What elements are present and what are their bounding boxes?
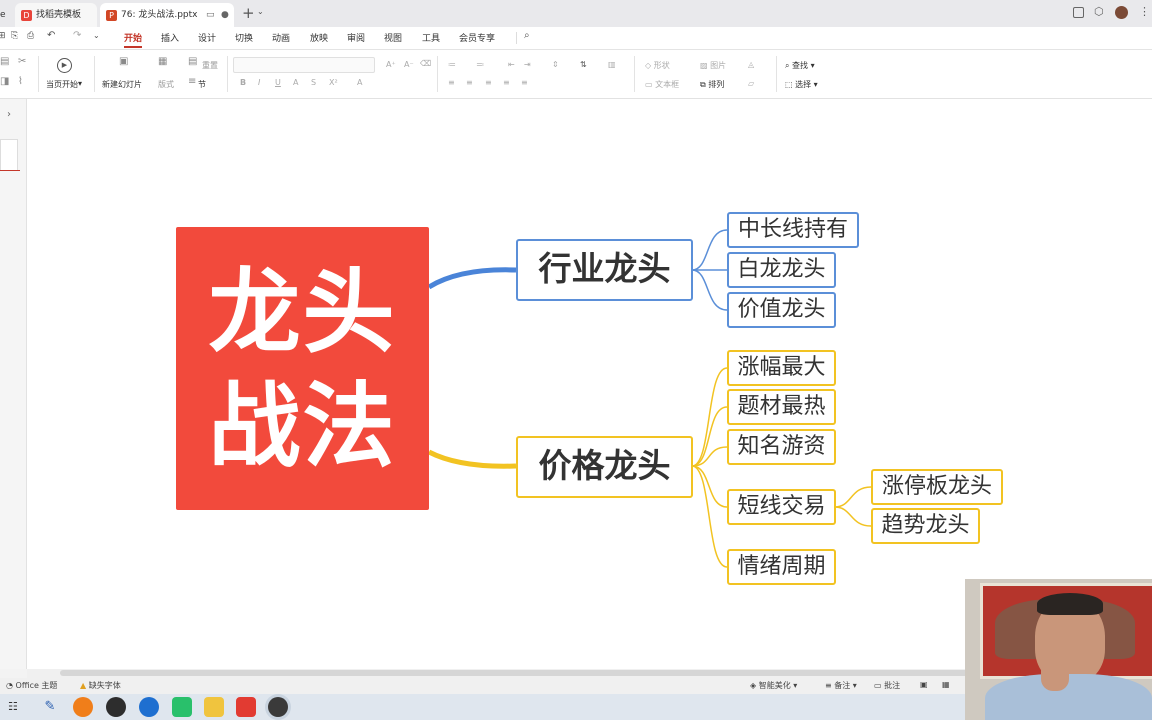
leaf-node[interactable]: 题材最热 <box>727 389 836 425</box>
pen-icon[interactable]: ✎ <box>40 697 60 717</box>
leaf-node[interactable]: 涨幅最大 <box>727 350 836 386</box>
comments-label: 批注 <box>884 681 901 690</box>
price-leader-node[interactable]: 价格龙头 <box>516 436 693 498</box>
person-hair <box>1037 593 1103 615</box>
notes-button[interactable]: ≡ 备注 ▾ <box>825 680 857 691</box>
notes-label: 备注 <box>834 681 851 690</box>
industry-branches <box>691 229 728 311</box>
root-price-connector <box>427 449 517 469</box>
theme-label: Office 主题 <box>15 681 58 690</box>
person-hand <box>1041 641 1069 691</box>
leaf-node[interactable]: 中长线持有 <box>727 212 859 248</box>
root-industry-connector <box>427 267 517 290</box>
sorter-view-icon[interactable]: ▦ <box>942 680 950 689</box>
folder-icon[interactable] <box>204 697 224 717</box>
app-dark-icon[interactable] <box>106 697 126 717</box>
webcam-overlay <box>965 579 1152 720</box>
app-green-icon[interactable] <box>172 697 192 717</box>
normal-view-icon[interactable]: ▣ <box>920 680 928 689</box>
root-title-line2: 战法 <box>208 373 397 480</box>
root-node[interactable]: 龙头 战法 <box>176 227 429 510</box>
scrollbar-thumb[interactable] <box>60 670 1060 676</box>
leaf-node[interactable]: 短线交易 <box>727 489 836 525</box>
recorder-icon[interactable] <box>268 697 288 717</box>
leaf-node[interactable]: 知名游资 <box>727 429 836 465</box>
root-title-line1: 龙头 <box>208 259 397 366</box>
leaf-node[interactable]: 趋势龙头 <box>871 508 980 544</box>
wps-icon[interactable] <box>236 697 256 717</box>
theme-indicator[interactable]: ◔ Office 主题 <box>6 680 57 691</box>
app-orange-icon[interactable] <box>73 697 93 717</box>
warning-icon: ▲ <box>80 681 87 690</box>
leaf-node[interactable]: 情绪周期 <box>727 549 836 585</box>
missing-font-label: 缺失字体 <box>88 681 121 690</box>
industry-leader-node[interactable]: 行业龙头 <box>516 239 693 301</box>
comments-button[interactable]: ▭ 批注 <box>874 680 900 691</box>
beautify-button[interactable]: ◈ 智能美化 ▾ <box>750 680 797 691</box>
beautify-label: 智能美化 <box>758 681 791 690</box>
leaf-node[interactable]: 价值龙头 <box>727 292 836 328</box>
leaf-node[interactable]: 白龙龙头 <box>727 252 836 288</box>
browser-icon[interactable] <box>139 697 159 717</box>
missing-font-indicator[interactable]: ▲ 缺失字体 <box>80 680 121 691</box>
task-view-icon[interactable]: ☷ <box>8 700 18 713</box>
leaf-node[interactable]: 涨停板龙头 <box>871 469 1003 505</box>
